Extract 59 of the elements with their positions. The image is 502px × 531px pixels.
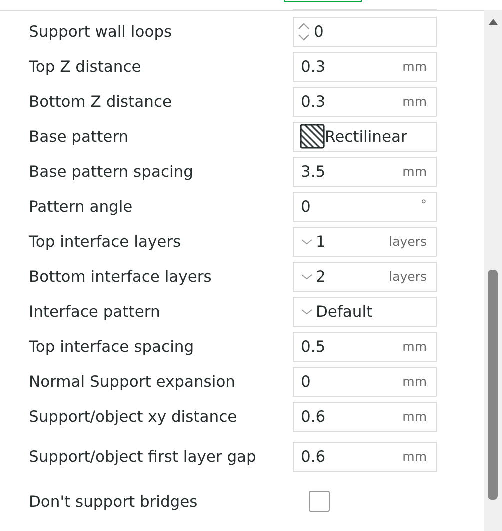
setting-label: Don't support bridges <box>29 492 199 512</box>
number-field[interactable]: 0 mm <box>293 366 437 396</box>
number-field[interactable]: 0.3 mm <box>293 52 437 82</box>
field-value: 0.6 <box>300 408 327 426</box>
number-field[interactable]: 3.5 mm <box>293 156 437 186</box>
setting-label: Bottom interface layers <box>29 266 213 286</box>
unit-label: mm <box>402 59 428 74</box>
dropdown-field[interactable]: Default <box>293 296 437 326</box>
field-value: 0.3 <box>300 92 327 110</box>
setting-label: Interface pattern <box>29 302 162 322</box>
setting-label: Top interface spacing <box>29 336 196 356</box>
number-field[interactable]: 0.6 mm <box>293 442 437 472</box>
field-value: 0.3 <box>300 58 327 76</box>
field-value: 0 <box>313 22 325 40</box>
unit-label: layers <box>389 269 428 284</box>
field-value: 3.5 <box>300 162 327 180</box>
setting-label: Pattern angle <box>29 196 134 216</box>
unit-label: mm <box>402 449 428 464</box>
setting-label: Support/object xy distance <box>29 406 238 426</box>
unit-label: mm <box>402 374 428 389</box>
setting-label: Bottom Z distance <box>29 92 174 112</box>
setting-label: Support/object first layer gap <box>29 446 258 466</box>
checkbox[interactable] <box>309 491 330 512</box>
number-field[interactable]: 0 ° <box>293 192 437 222</box>
field-value: 0 <box>300 372 312 390</box>
setting-label: Base pattern spacing <box>29 162 194 182</box>
chevron-down-icon[interactable] <box>301 272 313 280</box>
unit-label: mm <box>402 94 428 109</box>
chevron-down-icon[interactable] <box>301 308 313 316</box>
unit-label: ° <box>420 196 428 212</box>
unit-label: mm <box>402 164 428 179</box>
field-value: 1 <box>315 232 327 250</box>
setting-label: Top interface layers <box>29 232 182 252</box>
setting-label: Support wall loops <box>29 22 174 42</box>
spin-field[interactable]: 0 <box>293 16 437 46</box>
number-field[interactable]: 0.5 mm <box>293 332 437 362</box>
pattern-dropdown[interactable]: Rectilinear <box>293 122 437 152</box>
scroll-up-arrow-icon[interactable] <box>489 19 498 25</box>
unit-label: mm <box>402 409 428 424</box>
field-value: 2 <box>315 268 327 286</box>
setting-label: Normal Support expansion <box>29 372 236 392</box>
field-value: 0 <box>300 198 312 216</box>
unit-label: layers <box>389 234 428 249</box>
scroll-thumb[interactable] <box>488 270 498 500</box>
number-field[interactable]: 0.3 mm <box>293 86 437 116</box>
dropdown-field[interactable]: 1 layers <box>293 226 437 256</box>
diagonal-hatch-icon <box>300 124 325 149</box>
setting-label: Base pattern <box>29 126 130 146</box>
field-value: 0.6 <box>300 448 327 466</box>
scroll-bar[interactable] <box>484 10 502 531</box>
spin-arrows-icon[interactable] <box>297 20 311 42</box>
unit-label: mm <box>402 339 428 354</box>
field-value: 0.5 <box>300 338 327 356</box>
number-field[interactable]: 0.6 mm <box>293 402 437 432</box>
field-value: Default <box>315 302 374 320</box>
chevron-down-icon[interactable] <box>301 238 313 246</box>
setting-label: Top Z distance <box>29 56 142 76</box>
field-value: Rectilinear <box>325 128 408 146</box>
dropdown-field[interactable]: 2 layers <box>293 262 437 292</box>
